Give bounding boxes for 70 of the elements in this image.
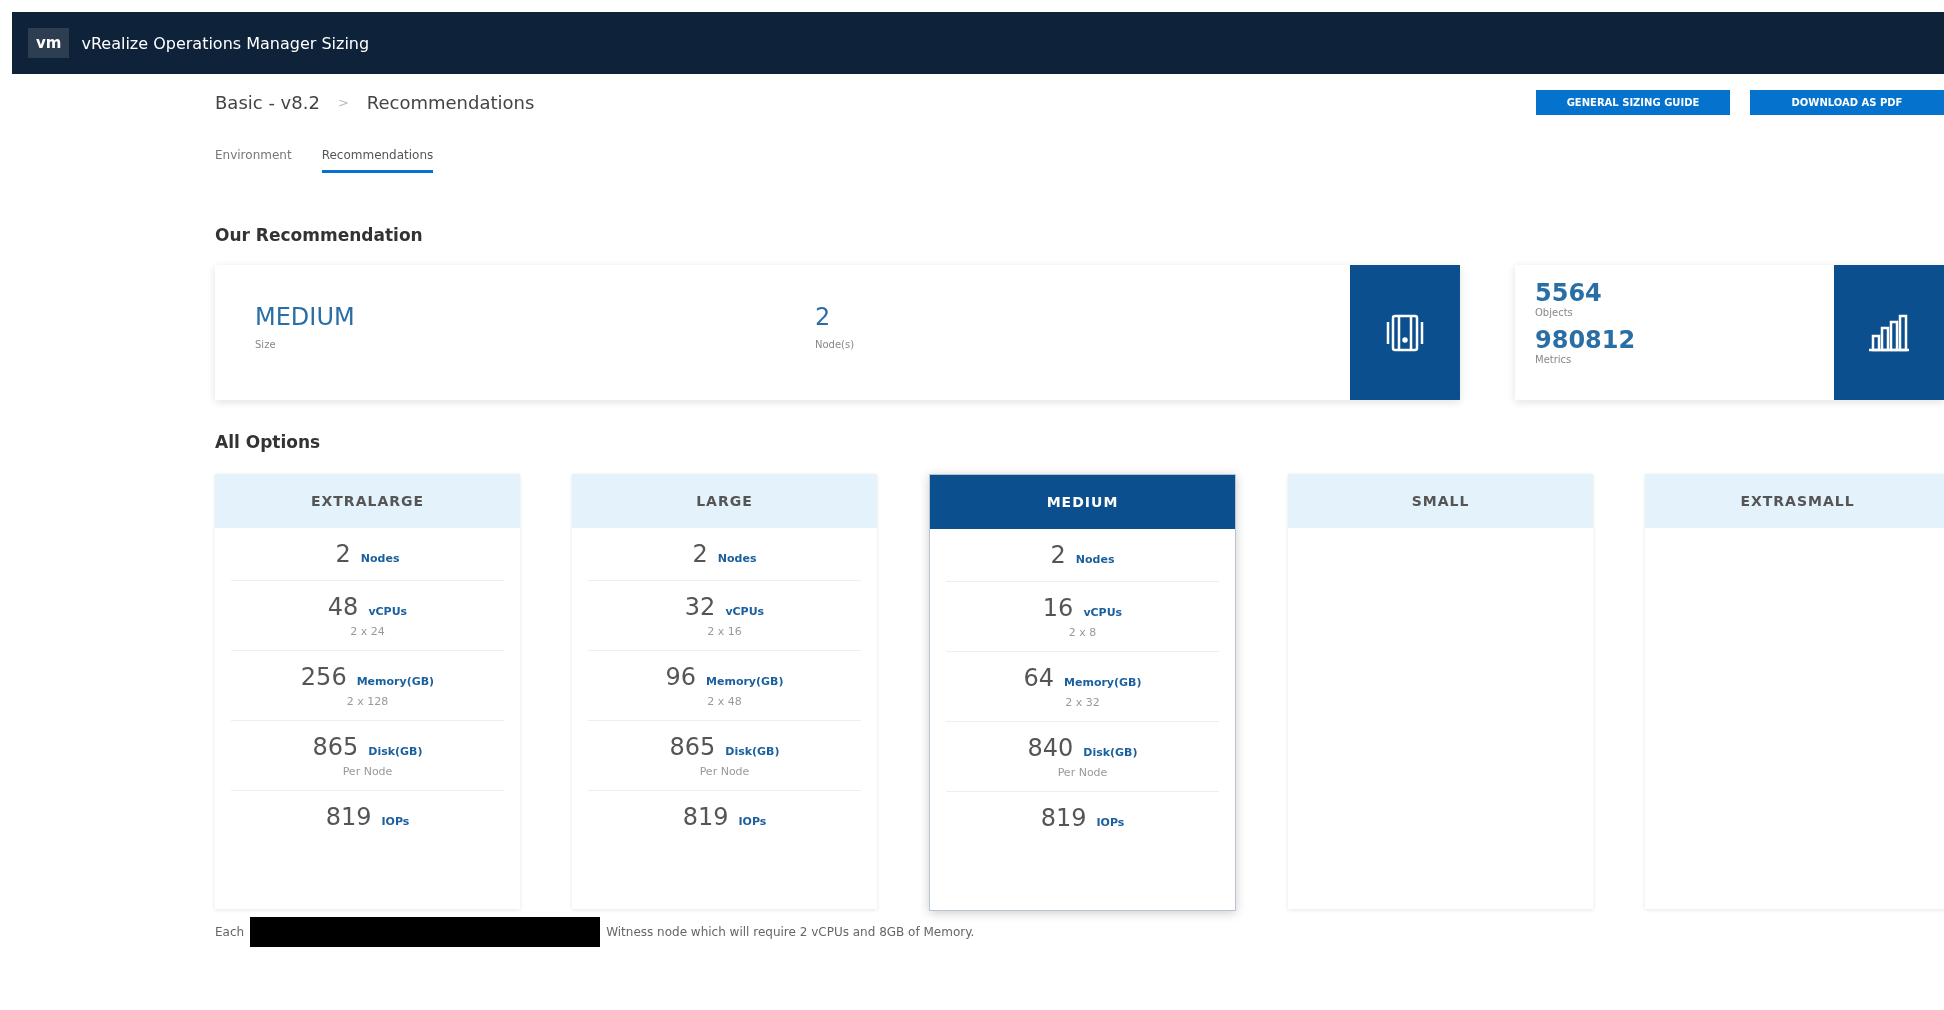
spec-unit: Memory(GB) [706, 675, 784, 688]
spec-detail: Per Node [699, 765, 750, 778]
spec-detail: 2 x 128 [346, 695, 389, 708]
option-card[interactable]: SMALL [1288, 474, 1593, 909]
spec-value: 64 [1023, 664, 1054, 692]
breadcrumb-separator: > [337, 94, 349, 110]
breadcrumb-current: Recommendations [366, 91, 535, 113]
metrics-value: 980812 [1535, 326, 1637, 354]
logo: vm [28, 28, 70, 58]
option-header: EXTRALARGE [215, 474, 520, 528]
metrics-label: Metrics [1535, 354, 1573, 365]
spec-value: 2 [335, 540, 351, 568]
objects-value: 5564 [1535, 279, 1603, 307]
option-header: SMALL [1288, 474, 1593, 528]
footnote-text: Each [215, 925, 245, 939]
section-heading: All Options [215, 432, 322, 452]
spec-unit: IOPs [738, 815, 767, 828]
spec-unit: Disk(GB) [368, 745, 423, 758]
spec-detail: 2 x 24 [350, 625, 385, 638]
tab[interactable]: Recommendations [321, 138, 434, 173]
spec-unit: vCPUs [725, 605, 765, 618]
spec-value: 2 [1050, 541, 1066, 569]
spec-detail: 2 x 32 [1065, 696, 1100, 709]
spec-value: 865 [312, 733, 359, 761]
option-card[interactable]: MEDIUM 2 Nodes 16 vCPUs 2 x 8 64 Memory(GB) 2 x 32 840 Disk(GB) Per Node 819 IOPs [929, 474, 1236, 911]
spec-value: 32 [684, 593, 716, 621]
spec-unit: Nodes [717, 552, 757, 565]
spec-detail: 2 x 16 [707, 625, 742, 638]
size-label: Size [255, 339, 277, 350]
footnote-text: Witness node which will require 2 vCPUs and 8GB of Memory. [606, 925, 975, 939]
spec-value: 819 [682, 803, 729, 831]
spec-unit: Memory(GB) [356, 675, 435, 688]
option-card[interactable]: EXTRALARGE 2 Nodes 48 vCPUs 2 x 24 256 Memory(GB) 2 x 128 865 Disk(GB) Per Node 819 IOPs [215, 474, 520, 909]
spec-unit: IOPs [1096, 816, 1125, 829]
option-header: MEDIUM [930, 475, 1235, 529]
spec-unit: Nodes [1075, 553, 1115, 566]
size-value: MEDIUM [255, 303, 356, 331]
spec-unit: IOPs [381, 815, 410, 828]
action-button[interactable]: GENERAL SIZING GUIDE [1536, 89, 1730, 115]
spec-unit: Disk(GB) [725, 745, 780, 758]
spec-value: 840 [1027, 734, 1074, 762]
spec-value: 256 [300, 663, 347, 691]
spec-detail: Per Node [1057, 766, 1108, 779]
option-card[interactable]: EXTRASMALL [1645, 474, 1944, 909]
spec-value: 16 [1042, 594, 1074, 622]
section-heading: Our Recommendation [215, 225, 424, 245]
spec-unit: vCPUs [368, 605, 408, 618]
spec-unit: Nodes [360, 552, 400, 565]
action-button[interactable]: DOWNLOAD AS PDF [1750, 89, 1944, 115]
app-title: vRealize Operations Manager Sizing [81, 33, 370, 53]
nodes-value: 2 [815, 303, 832, 331]
spec-value: 819 [1040, 804, 1087, 832]
tab[interactable]: Environment [215, 138, 292, 173]
spec-detail: 2 x 48 [707, 695, 742, 708]
breadcrumb-link[interactable]: Basic - v8.2 [215, 91, 320, 113]
spec-detail: 2 x 8 [1068, 626, 1097, 639]
spec-value: 819 [325, 803, 372, 831]
option-header: EXTRASMALL [1645, 474, 1944, 528]
spec-unit: Memory(GB) [1064, 676, 1142, 689]
option-header: LARGE [572, 474, 877, 528]
spec-detail: Per Node [342, 765, 393, 778]
spec-value: 2 [692, 540, 708, 568]
spec-unit: vCPUs [1083, 606, 1123, 619]
spec-value: 48 [327, 593, 359, 621]
option-card[interactable]: LARGE 2 Nodes 32 vCPUs 2 x 16 96 Memory(GB) 2 x 48 865 Disk(GB) Per Node 819 IOPs [572, 474, 877, 909]
spec-value: 865 [669, 733, 716, 761]
spec-value: 96 [665, 663, 696, 691]
spec-unit: Disk(GB) [1083, 746, 1138, 759]
nodes-label: Node(s) [815, 339, 856, 350]
objects-label: Objects [1535, 307, 1574, 318]
